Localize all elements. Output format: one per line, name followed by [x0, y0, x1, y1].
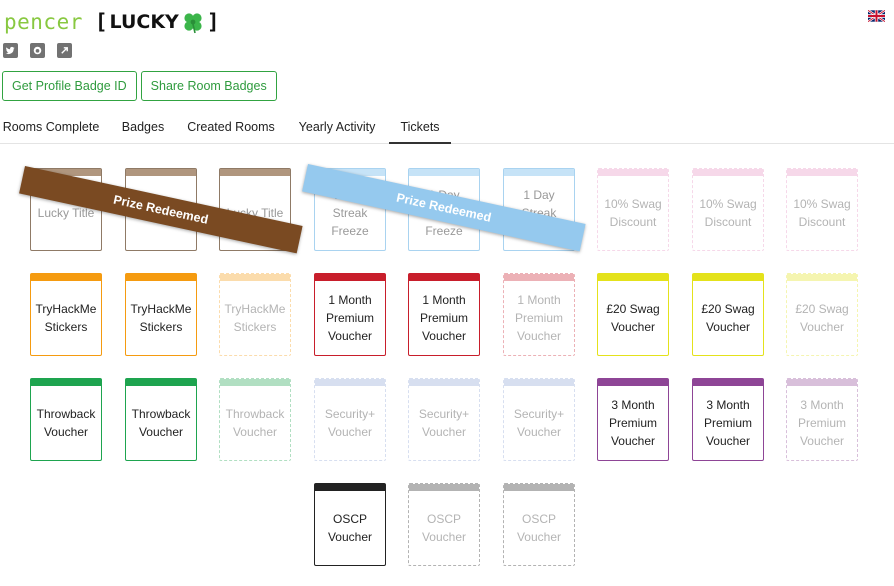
ticket-card[interactable]: £20 Swag Voucher — [692, 273, 764, 356]
ticket-card[interactable]: Throwback Voucher — [30, 378, 102, 461]
four-leaf-clover-icon — [184, 13, 202, 34]
ticket-color-bar — [504, 169, 574, 176]
ticket-card[interactable]: 1 Month Premium Voucher — [314, 273, 386, 356]
ticket-color-bar — [315, 379, 385, 386]
ticket-color-bar — [504, 379, 574, 386]
ticket-color-bar — [126, 169, 196, 176]
ticket-label: Security+ Voucher — [324, 406, 376, 439]
ticket-label: Security+ Voucher — [513, 406, 565, 439]
ticket-label: 3 Month Premium Voucher — [797, 397, 846, 448]
ticket-card: TryHackMe Stickers — [219, 273, 291, 356]
tab-badges[interactable]: Badges — [114, 112, 172, 144]
ticket-color-bar — [31, 379, 101, 386]
ticket-color-bar — [504, 274, 574, 281]
tab-created-rooms[interactable]: Created Rooms — [182, 112, 280, 144]
rank-bracket-close: ] — [206, 10, 220, 34]
ticket-color-bar — [409, 379, 479, 386]
ticket-card[interactable]: 3 Month Premium Voucher — [692, 378, 764, 461]
ticket-color-bar — [693, 274, 763, 281]
ticket-color-bar — [409, 484, 479, 491]
ticket-label: 10% Swag Discount — [793, 196, 851, 229]
ticket-card[interactable]: 3 Month Premium Voucher — [597, 378, 669, 461]
ticket-color-bar — [409, 274, 479, 281]
ticket-label: OSCP Voucher — [516, 511, 562, 544]
username: pencer — [4, 10, 83, 34]
ticket-color-bar — [504, 484, 574, 491]
ticket-label: Throwback Voucher — [36, 406, 96, 439]
ticket-label: Security+ Voucher — [418, 406, 470, 439]
ticket-color-bar — [220, 169, 290, 176]
ticket-color-bar — [126, 274, 196, 281]
ticket-label: TryHackMe Stickers — [35, 301, 97, 334]
ticket-card: Security+ Voucher — [408, 378, 480, 461]
ticket-card: 1 Month Premium Voucher — [503, 273, 575, 356]
ticket-card[interactable]: 1 Month Premium Voucher — [408, 273, 480, 356]
ticket-label: 1 Month Premium Voucher — [325, 292, 374, 343]
ticket-card[interactable]: OSCP Voucher — [314, 483, 386, 566]
ticket-card: Security+ Voucher — [503, 378, 575, 461]
ticket-color-bar — [409, 169, 479, 176]
ticket-label: OSCP Voucher — [421, 511, 467, 544]
ticket-color-bar — [787, 169, 857, 176]
ticket-color-bar — [787, 379, 857, 386]
ticket-card[interactable]: £20 Swag Voucher — [597, 273, 669, 356]
ticket-label: Throwback Voucher — [225, 406, 285, 439]
ticket-label: OSCP Voucher — [327, 511, 373, 544]
ticket-label: 3 Month Premium Voucher — [703, 397, 752, 448]
ticket-card: OSCP Voucher — [408, 483, 480, 566]
ticket-color-bar — [598, 274, 668, 281]
ticket-color-bar — [598, 379, 668, 386]
ticket-color-bar — [693, 169, 763, 176]
ticket-card[interactable]: TryHackMe Stickers — [125, 273, 197, 356]
ticket-card[interactable]: TryHackMe Stickers — [30, 273, 102, 356]
external-link-icon[interactable] — [57, 43, 72, 58]
profile-actions: Get Profile Badge ID Share Room Badges — [2, 71, 277, 101]
share-room-badges-button[interactable]: Share Room Badges — [140, 71, 277, 101]
ticket-label: £20 Swag Voucher — [795, 301, 849, 334]
tab-yearly-activity[interactable]: Yearly Activity — [291, 112, 383, 144]
ticket-label: £20 Swag Voucher — [606, 301, 660, 334]
ticket-label: 1 Month Premium Voucher — [514, 292, 563, 343]
ticket-card: 10% Swag Discount — [786, 168, 858, 251]
ticket-card: 10% Swag Discount — [692, 168, 764, 251]
uk-flag-icon[interactable] — [868, 10, 885, 22]
ticket-label: 3 Month Premium Voucher — [608, 397, 657, 448]
ticket-color-bar — [220, 379, 290, 386]
ticket-color-bar — [315, 274, 385, 281]
ticket-color-bar — [787, 274, 857, 281]
twitter-icon[interactable] — [3, 43, 18, 58]
ticket-label: Throwback Voucher — [131, 406, 191, 439]
profile-header: pencer [ LUCKY ] — [4, 6, 219, 38]
get-profile-badge-id-button[interactable]: Get Profile Badge ID — [2, 71, 137, 101]
ticket-label: TryHackMe Stickers — [130, 301, 192, 334]
ticket-color-bar — [220, 274, 290, 281]
ticket-card: Security+ Voucher — [314, 378, 386, 461]
rank-label: LUCKY — [109, 11, 179, 33]
ticket-card: £20 Swag Voucher — [786, 273, 858, 356]
ticket-label: TryHackMe Stickers — [224, 301, 286, 334]
ticket-label: 1 Month Premium Voucher — [419, 292, 468, 343]
ticket-color-bar — [598, 169, 668, 176]
tab-rooms-complete[interactable]: Rooms Complete — [0, 112, 102, 144]
social-links — [3, 43, 72, 58]
ticket-card: 3 Month Premium Voucher — [786, 378, 858, 461]
ticket-label: 10% Swag Discount — [604, 196, 662, 229]
tab-tickets[interactable]: Tickets — [389, 112, 451, 144]
ticket-color-bar — [126, 379, 196, 386]
ticket-color-bar — [315, 484, 385, 491]
ticket-card[interactable]: Throwback Voucher — [125, 378, 197, 461]
ticket-color-bar — [693, 379, 763, 386]
profile-tabs: Rooms Complete Badges Created Rooms Year… — [0, 112, 894, 144]
ticket-card: Throwback Voucher — [219, 378, 291, 461]
ticket-label: £20 Swag Voucher — [701, 301, 755, 334]
rank-title: [ LUCKY ] — [95, 10, 220, 34]
ticket-label: 10% Swag Discount — [699, 196, 757, 229]
ticket-card: OSCP Voucher — [503, 483, 575, 566]
ticket-color-bar — [31, 274, 101, 281]
github-icon[interactable] — [30, 43, 45, 58]
ticket-card: 10% Swag Discount — [597, 168, 669, 251]
rank-bracket-open: [ — [94, 10, 108, 34]
